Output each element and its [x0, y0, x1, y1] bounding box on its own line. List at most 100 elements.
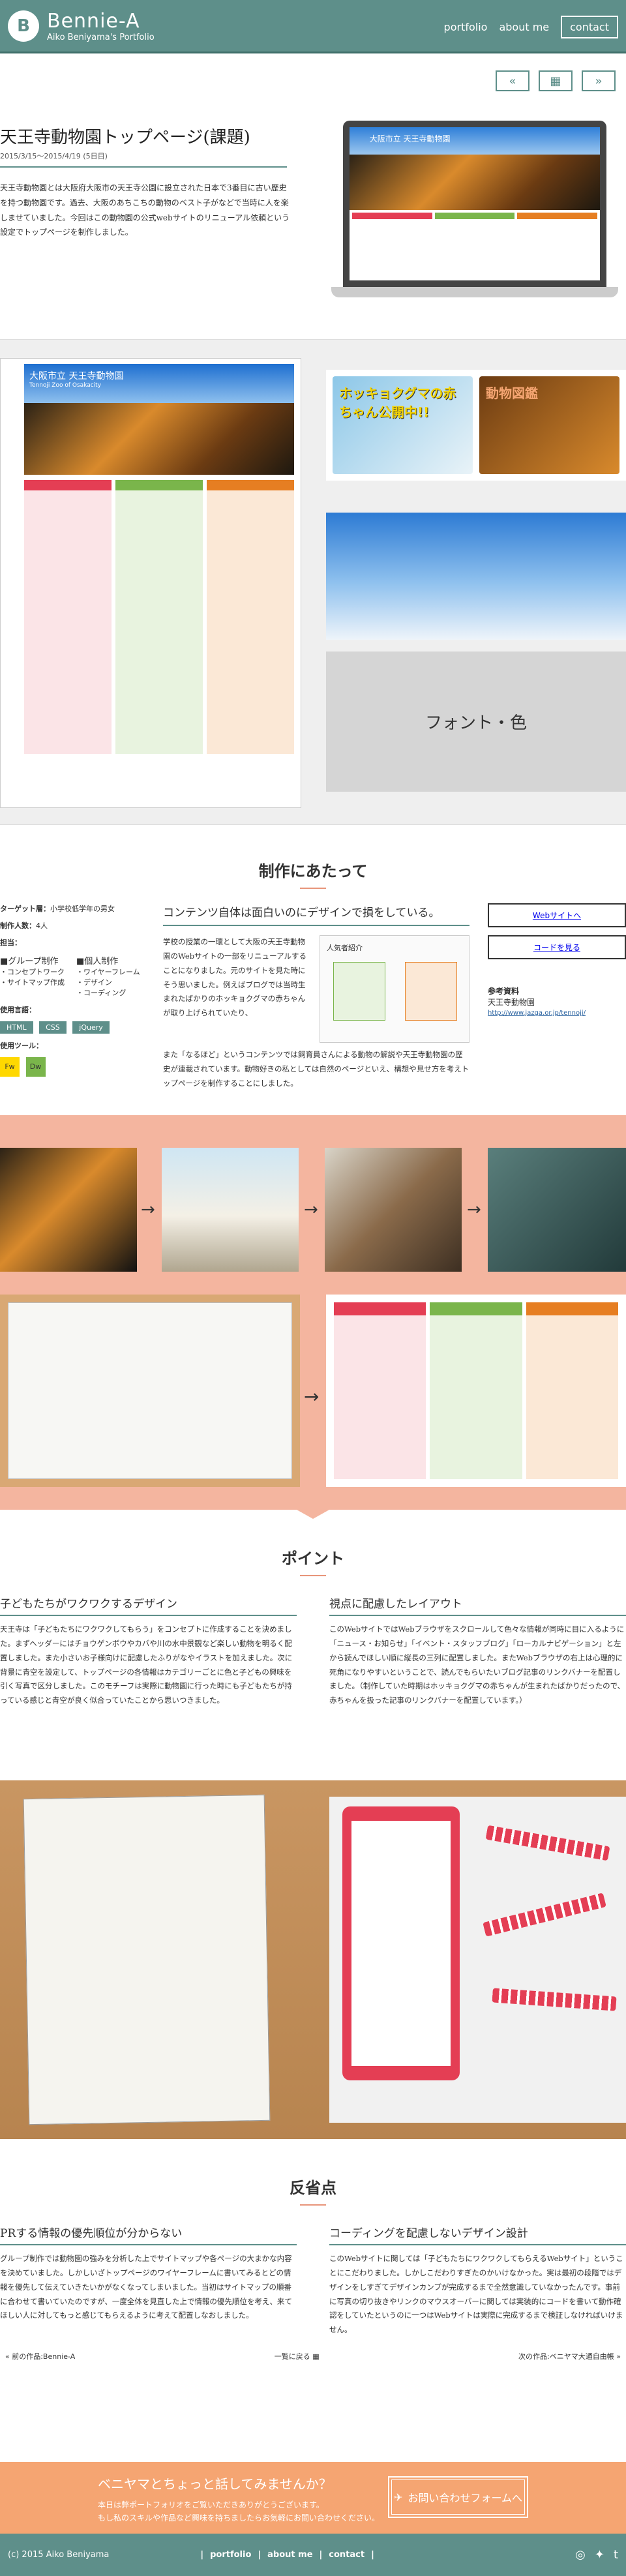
ref-heading: 参考資料	[488, 987, 520, 996]
fireworks-icon: Fw	[0, 1057, 20, 1077]
tool-icons: Fw Dw	[0, 1057, 150, 1077]
lang-chips: HTML CSS jQuery	[0, 1021, 150, 1034]
encyclopedia-banner[interactable]: 動物図鑑	[479, 376, 619, 474]
next-work-button[interactable]: »	[582, 70, 616, 91]
lang-chip: CSS	[39, 1021, 67, 1034]
ribbon-graphic	[485, 1825, 610, 1861]
shot-title: 大阪市立 天王寺動物園	[29, 371, 124, 382]
nav-contact[interactable]: contact	[561, 16, 618, 38]
tiger-image	[350, 155, 600, 210]
arrow-icon: →	[141, 1200, 155, 1220]
logo[interactable]: Bennie-A Aiko Beniyama's Portfolio	[47, 10, 155, 42]
shot-header: 大阪市立 天王寺動物園 Tennoji Zoo of Osakacity	[24, 364, 294, 403]
website-button[interactable]: Webサイトへ	[488, 903, 626, 927]
popular-animals-diagram: 人気者紹介	[320, 935, 470, 1043]
nav-portfolio[interactable]: portfolio	[444, 21, 488, 33]
lang-chip: jQuery	[72, 1021, 110, 1034]
making-text: 学校の授業の一環として大阪の天王寺動物園のWebサイトの一部をリニューアルするこ…	[163, 937, 306, 1018]
people-value: 4人	[36, 921, 48, 930]
making-text-2: また「なるほど」というコンテンツでは飼育員さんによる動物の解説や天王寺動物園の歴…	[163, 1050, 470, 1088]
tiger-photo	[0, 1148, 137, 1272]
logo-icon[interactable]: B	[8, 10, 39, 42]
ref-link[interactable]: http://www.jazga.or.jp/tennoji/	[488, 1010, 586, 1017]
tab-news	[352, 212, 432, 219]
nav-about-me[interactable]: about me	[499, 21, 549, 33]
role-label: 担当：	[0, 938, 22, 947]
review-divider	[329, 2244, 626, 2245]
shot-col-news	[24, 480, 112, 754]
point-divider	[329, 1615, 626, 1616]
review-columns: PRする情報の優先順位が分からない グループ制作では動物園の強みを分析した上でサ…	[0, 2224, 626, 2337]
next-work-link[interactable]: 次の作品:ベニヤマ大通自由帳 »	[518, 2351, 621, 2361]
twitter-icon[interactable]: ✦	[595, 2548, 604, 2562]
sketch-paper	[8, 1302, 292, 1479]
preview-title: 大阪市立 天王寺動物園	[369, 134, 451, 144]
group-role-item: ・サイトマップ作成	[0, 978, 65, 987]
intro-text: 天王寺動物園とは大阪府大阪市の天王寺公園に設立された日本で3番目に古い歴史を持つ…	[0, 183, 290, 237]
footer-portfolio[interactable]: portfolio	[210, 2550, 251, 2560]
shot-col-event	[115, 480, 203, 754]
arrow-icon: →	[304, 1200, 318, 1220]
footer-contact[interactable]: contact	[329, 2550, 365, 2560]
footer-links: | portfolio | about me | contact |	[200, 2550, 374, 2560]
solo-roles: ■個人制作 ・ワイヤーフレーム ・デザイン ・コーディング	[76, 954, 140, 998]
diagram-label: 人気者紹介	[327, 944, 363, 952]
points-columns: 子どもたちがワクワクするデザイン 天王寺は「子どもたちにワクワクしてもらう」をコ…	[0, 1595, 626, 1708]
lang-label: 使用言語：	[0, 1006, 36, 1014]
sky-image	[326, 513, 626, 640]
screenshot-content: 大阪市立 天王寺動物園 Tennoji Zoo of Osakacity	[24, 364, 294, 802]
solo-role-item: ・デザイン	[76, 978, 112, 987]
instagram-icon[interactable]: ◎	[575, 2548, 586, 2562]
ribbon-graphic	[483, 1893, 606, 1937]
target-value: 小学校低学年の男女	[50, 905, 115, 913]
cta-line: 本日は弊ポートフォリオをご覧いただきありがとうございます。	[98, 2500, 324, 2509]
roles: ■グループ制作 ・コンセプトワーク ・サイトマップ作成 ■個人制作 ・ワイヤーフ…	[0, 954, 150, 998]
review-text: このWebサイトに関しては「子どもたちにワクワクしてもらえるWebサイト」という…	[329, 2254, 623, 2335]
group-role-item: ・コンセプトワーク	[0, 968, 65, 976]
result-col-news	[334, 1302, 426, 1479]
back-to-list-link[interactable]: 一覧に戻る ▦	[275, 2351, 320, 2361]
making-heading: コンテンツ自体は面白いのにデザインで損をしている。	[163, 906, 440, 920]
arrow-icon: →	[467, 1200, 481, 1220]
contact-form-button[interactable]: ✈ お問い合わせフォームへ	[388, 2476, 528, 2518]
people-label: 制作人数：	[0, 921, 36, 930]
site-header: B Bennie-A Aiko Beniyama's Portfolio por…	[0, 0, 626, 53]
site-footer: (c) 2015 Aiko Beniyama | portfolio | about…	[0, 2534, 626, 2576]
view-code-button[interactable]: コードを見る	[488, 935, 626, 959]
point-text: 天王寺は「子どもたちにワクワクしてもらう」をコンセプトに作成することを決めました…	[0, 1625, 293, 1705]
group-roles: ■グループ制作 ・コンセプトワーク ・サイトマップ作成	[0, 954, 65, 998]
paper-plane-icon: ✈	[394, 2491, 403, 2504]
full-page-screenshot[interactable]: 大阪市立 天王寺動物園 Tennoji Zoo of Osakacity	[0, 358, 301, 808]
shot-col-guide	[207, 480, 294, 754]
footer-about-me[interactable]: about me	[267, 2550, 312, 2560]
main-nav: portfolio about me contact	[444, 16, 618, 38]
prev-work-link[interactable]: « 前の作品:Bennie-A	[5, 2351, 75, 2361]
point-layout: 視点に配慮したレイアウト このWebサイトではWebブラウザをスクロールして色々…	[329, 1595, 626, 1708]
arrow-icon: →	[304, 1386, 320, 1407]
tumblr-icon[interactable]: t	[614, 2548, 618, 2562]
preview-tabs	[350, 210, 600, 222]
point-text: このWebサイトではWebブラウザをスクロールして色々な情報が同時に目に入るよう…	[329, 1625, 625, 1705]
copyright: (c) 2015 Aiko Beniyama	[8, 2550, 110, 2560]
prev-work-button[interactable]: «	[496, 70, 529, 91]
tab-event	[434, 212, 515, 219]
grid-list-button[interactable]: ▦	[539, 70, 573, 91]
cta-line: もし私のスキルや作品など興味を持ちましたらお気軽にお問い合わせください。	[98, 2513, 380, 2523]
point-divider	[0, 1615, 297, 1616]
solo-role-title: ■個人制作	[76, 957, 119, 966]
title-divider	[0, 166, 287, 168]
references: 参考資料 天王寺動物園 http://www.jazga.or.jp/tenno…	[488, 985, 626, 1017]
wolf-photo	[325, 1148, 462, 1272]
shot-subtitle: Tennoji Zoo of Osakacity	[29, 382, 102, 389]
polar-bear-banner[interactable]: ホッキョクグマの赤ちゃん公開中!!	[333, 376, 473, 474]
result-col-guide	[526, 1302, 618, 1479]
review-priority: PRする情報の優先順位が分からない グループ制作では動物園の強みを分析した上でサ…	[0, 2224, 297, 2337]
result-col-event	[430, 1302, 522, 1479]
making-title: 制作にあたって	[0, 858, 626, 889]
page-title: 天王寺動物園トップページ(課題)	[0, 128, 250, 147]
site-name: Bennie-A	[47, 9, 140, 33]
point-design: 子どもたちがワクワクするデザイン 天王寺は「子どもたちにワクワクしてもらう」をコ…	[0, 1595, 297, 1708]
group-role-title: ■グループ制作	[0, 957, 59, 966]
solo-role-item: ・ワイヤーフレーム	[76, 968, 140, 976]
process-band: → → → →	[0, 1115, 626, 1519]
